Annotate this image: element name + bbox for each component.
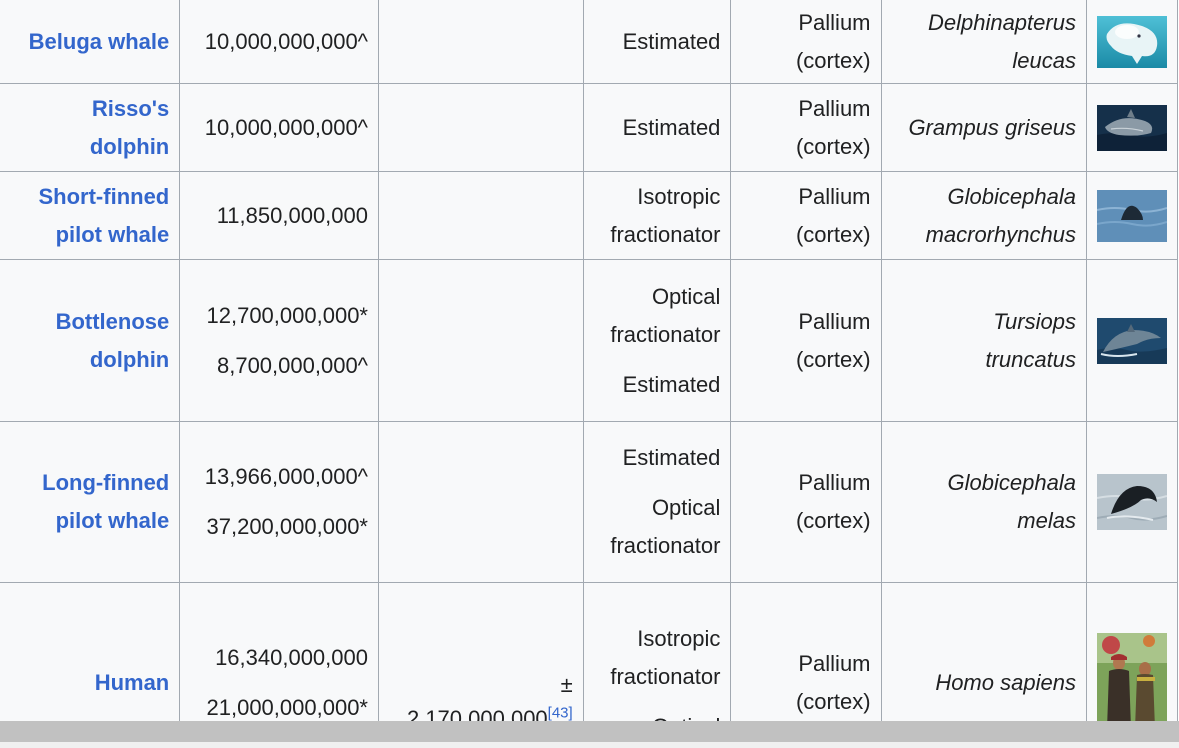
image-cell — [1085, 259, 1179, 422]
animal-link-human[interactable]: Human — [95, 670, 170, 695]
image-cell — [1085, 0, 1179, 84]
brain-region-cell: Pallium (cortex) — [730, 83, 882, 172]
species-line: truncatus — [985, 346, 1076, 372]
bottlenose-dolphin-photo[interactable] — [1096, 317, 1167, 364]
short-finned-pilot-whale-photo[interactable] — [1096, 189, 1167, 242]
animal-name-cell: Long-finned pilot whale — [0, 421, 181, 583]
beluga-whale-photo[interactable] — [1096, 15, 1167, 68]
standard-deviation-cell — [378, 421, 584, 583]
citation-link[interactable]: [43] — [548, 704, 573, 721]
table-row: Long-finned pilot whale 13,966,000,000^ … — [0, 421, 1179, 583]
method-value: Estimated — [622, 114, 721, 140]
brain-region-line: Pallium — [798, 95, 871, 121]
animal-link-beluga-whale[interactable]: Beluga whale — [29, 29, 170, 54]
neuron-count-value: 10,000,000,000^ — [204, 114, 368, 140]
standard-deviation-cell — [378, 0, 584, 84]
neuron-count-cell: 12,700,000,000* 8,700,000,000^ — [179, 259, 379, 422]
brain-region-line: (cortex) — [795, 133, 871, 159]
image-cell — [1085, 421, 1179, 583]
brain-region-line: Pallium — [798, 183, 871, 209]
human-photo[interactable] — [1096, 632, 1167, 733]
animal-link-long-finned-pilot-whale[interactable]: Long-finned pilot whale — [42, 470, 169, 533]
brain-region-line: (cortex) — [795, 47, 871, 73]
brain-region-cell: Pallium (cortex) — [730, 171, 882, 260]
species-line: leucas — [1012, 47, 1076, 73]
brain-region-line: Pallium — [798, 308, 871, 334]
animal-name-cell: Bottlenose dolphin — [0, 259, 181, 422]
animal-link-short-finned-pilot-whale[interactable]: Short-finned pilot whale — [38, 184, 169, 247]
table-row: Short-finned pilot whale 11,850,000,000 … — [0, 171, 1179, 260]
species-cell: Globicephala melas — [880, 421, 1087, 583]
species-line: Homo sapiens — [935, 669, 1076, 695]
method-cell: Estimated — [582, 0, 732, 84]
neuron-count-value: 37,200,000,000* — [206, 514, 369, 539]
brain-region-cell: Pallium (cortex) — [730, 421, 882, 583]
species-line: Delphinapterus — [927, 9, 1076, 35]
brain-region-line: (cortex) — [795, 688, 871, 714]
table-row: Beluga whale 10,000,000,000^ Estimated P… — [0, 0, 1179, 84]
neuron-count-table: Beluga whale 10,000,000,000^ Estimated P… — [0, 0, 1179, 748]
method-value: Estimated — [622, 28, 721, 54]
brain-region-cell: Pallium (cortex) — [730, 0, 882, 84]
long-finned-pilot-whale-photo[interactable] — [1096, 474, 1167, 530]
method-value: Isotropic fractionator — [610, 625, 721, 689]
neuron-count-value: 13,966,000,000^ — [204, 464, 368, 489]
table-row: Bottlenose dolphin 12,700,000,000* 8,700… — [0, 259, 1179, 422]
animal-name-cell: Risso's dolphin — [0, 83, 181, 172]
neuron-count-cell: 11,850,000,000 — [179, 171, 379, 260]
standard-deviation-cell — [378, 259, 584, 422]
method-value: Estimated — [622, 371, 721, 397]
brain-region-line: Pallium — [798, 650, 871, 676]
brain-region-line: (cortex) — [795, 508, 871, 533]
neuron-count-cell: 10,000,000,000^ — [179, 83, 379, 172]
brain-region-cell: Pallium (cortex) — [730, 259, 882, 422]
brain-region-line: (cortex) — [795, 221, 871, 247]
species-line: Tursiops — [993, 308, 1076, 334]
neuron-count-value: 12,700,000,000* — [206, 302, 369, 328]
page: Beluga whale 10,000,000,000^ Estimated P… — [0, 0, 1179, 748]
standard-deviation-cell — [378, 83, 584, 172]
neuron-count-value: 10,000,000,000^ — [204, 28, 368, 54]
species-line: Globicephala — [947, 183, 1076, 209]
species-cell: Tursiops truncatus — [880, 259, 1087, 422]
neuron-count-value: 8,700,000,000^ — [216, 352, 368, 378]
animal-name-cell: Beluga whale — [0, 0, 181, 84]
neuron-count-cell: 13,966,000,000^ 37,200,000,000* — [179, 421, 379, 583]
table-row: Risso's dolphin 10,000,000,000^ Estimate… — [0, 83, 1179, 172]
brain-region-line: Pallium — [798, 470, 871, 495]
method-cell: Isotropic fractionator — [582, 171, 732, 260]
method-value: Optical fractionator — [610, 495, 721, 558]
animal-link-rissos-dolphin[interactable]: Risso's dolphin — [90, 96, 169, 159]
rissos-dolphin-photo[interactable] — [1096, 104, 1167, 151]
neuron-count-value: 11,850,000,000 — [216, 202, 368, 228]
brain-region-line: (cortex) — [795, 346, 871, 372]
animal-link-bottlenose-dolphin[interactable]: Bottlenose dolphin — [56, 309, 170, 372]
species-line: Grampus griseus — [908, 114, 1076, 140]
species-line: melas — [1017, 508, 1076, 533]
method-value: Optical fractionator — [610, 283, 721, 347]
neuron-count-cell: 10,000,000,000^ — [179, 0, 379, 84]
standard-deviation-cell — [378, 171, 584, 260]
method-cell: Optical fractionator Estimated — [582, 259, 732, 422]
image-cell — [1085, 171, 1179, 260]
method-value: Isotropic fractionator — [610, 183, 721, 247]
species-cell: Globicephala macrorhynchus — [880, 171, 1087, 260]
species-line: Globicephala — [947, 470, 1076, 495]
horizontal-scrollbar[interactable] — [0, 721, 1179, 748]
image-cell — [1085, 83, 1179, 172]
species-line: macrorhynchus — [925, 221, 1076, 247]
brain-region-line: Pallium — [798, 9, 871, 35]
method-cell: Estimated Optical fractionator — [582, 421, 732, 583]
method-value: Estimated — [622, 445, 721, 470]
animal-name-cell: Short-finned pilot whale — [0, 171, 181, 260]
species-cell: Grampus griseus — [880, 83, 1087, 172]
neuron-count-value: 16,340,000,000 — [215, 644, 368, 670]
scrollbar-thumb[interactable] — [0, 721, 1179, 742]
species-cell: Delphinapterus leucas — [880, 0, 1087, 84]
method-cell: Estimated — [582, 83, 732, 172]
